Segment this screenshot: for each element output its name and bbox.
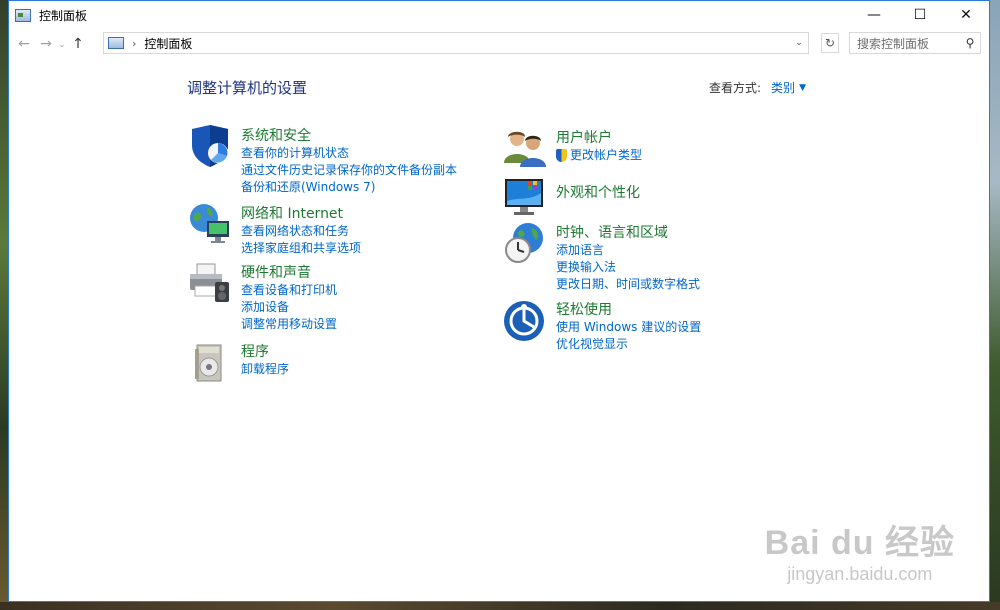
printer-icon[interactable]: [187, 260, 233, 306]
uac-shield-icon: [556, 149, 567, 162]
main-content: 调整计算机的设置 查看方式: 类别 ▼ 系统和安全 查看你的计算机状态 通过文件…: [9, 59, 989, 601]
category-title[interactable]: 用户帐户: [556, 129, 642, 147]
link-network-status[interactable]: 查看网络状态和任务: [241, 223, 361, 240]
desktop-background-bottom: [0, 602, 1000, 610]
category-hardware-sound: 硬件和声音 查看设备和打印机 添加设备 调整常用移动设置: [187, 260, 337, 333]
watermark-logo: Bai du 经验: [764, 524, 955, 562]
ease-of-access-icon[interactable]: [502, 297, 548, 343]
category-appearance: 外观和个性化: [502, 175, 640, 221]
window-controls: — ☐ ✕: [851, 1, 989, 29]
category-ease-of-access: 轻松使用 使用 Windows 建议的设置 优化视觉显示: [502, 297, 701, 353]
link-optimize-visual-display[interactable]: 优化视觉显示: [556, 336, 701, 353]
watermark: Bai du 经验 jingyan.baidu.com: [765, 515, 955, 585]
category-title[interactable]: 时钟、语言和区域: [556, 224, 700, 242]
category-title[interactable]: 网络和 Internet: [241, 205, 361, 223]
control-panel-icon: [108, 37, 124, 49]
category-system-security: 系统和安全 查看你的计算机状态 通过文件历史记录保存你的文件备份副本 备份和还原…: [187, 123, 457, 196]
desktop-background-left: [0, 0, 8, 610]
category-title[interactable]: 外观和个性化: [556, 184, 640, 202]
category-network-internet: 网络和 Internet 查看网络状态和任务 选择家庭组和共享选项: [187, 201, 361, 257]
control-panel-window: 控制面板 — ☐ ✕ ← → ⌄ ↑ › 控制面板 ⌄ ↻ 搜索控制面板 ⚲ 调…: [8, 0, 990, 602]
link-backup-restore[interactable]: 备份和还原(Windows 7): [241, 179, 457, 196]
link-homegroup[interactable]: 选择家庭组和共享选项: [241, 240, 361, 257]
category-clock-language-region: 时钟、语言和区域 添加语言 更换输入法 更改日期、时间或数字格式: [502, 220, 700, 293]
category-programs: 程序 卸载程序: [187, 339, 289, 385]
search-icon[interactable]: ⚲: [960, 36, 980, 50]
forward-button[interactable]: →: [35, 36, 57, 52]
chevron-down-icon[interactable]: ▼: [799, 83, 806, 93]
link-change-date-time-format[interactable]: 更改日期、时间或数字格式: [556, 276, 700, 293]
view-by-label: 查看方式:: [709, 81, 762, 95]
up-button[interactable]: ↑: [67, 36, 89, 52]
window-title: 控制面板: [39, 8, 88, 23]
category-title[interactable]: 系统和安全: [241, 127, 457, 145]
search-input[interactable]: 搜索控制面板: [857, 35, 960, 52]
network-globe-icon[interactable]: [187, 201, 233, 247]
category-user-accounts: 用户帐户 更改帐户类型: [502, 125, 642, 171]
link-mobility-settings[interactable]: 调整常用移动设置: [241, 316, 337, 333]
page-title: 调整计算机的设置: [187, 79, 308, 97]
search-box[interactable]: 搜索控制面板 ⚲: [849, 32, 981, 54]
recent-locations-button[interactable]: ⌄: [57, 40, 67, 49]
link-check-computer-status[interactable]: 查看你的计算机状态: [241, 145, 457, 162]
category-title[interactable]: 轻松使用: [556, 301, 701, 319]
link-file-history[interactable]: 通过文件历史记录保存你的文件备份副本: [241, 162, 457, 179]
back-button[interactable]: ←: [13, 36, 35, 52]
link-devices-printers[interactable]: 查看设备和打印机: [241, 282, 337, 299]
maximize-button[interactable]: ☐: [897, 1, 943, 29]
users-icon[interactable]: [502, 125, 548, 171]
close-button[interactable]: ✕: [943, 1, 989, 29]
link-add-language[interactable]: 添加语言: [556, 242, 700, 259]
link-uninstall-program[interactable]: 卸载程序: [241, 361, 289, 378]
shield-icon[interactable]: [187, 123, 233, 169]
title-bar[interactable]: 控制面板 — ☐ ✕: [9, 1, 989, 29]
navigation-bar: ← → ⌄ ↑ › 控制面板 ⌄ ↻ 搜索控制面板 ⚲: [9, 29, 989, 59]
category-title[interactable]: 硬件和声音: [241, 264, 337, 282]
category-title[interactable]: 程序: [241, 343, 289, 361]
breadcrumb-control-panel[interactable]: 控制面板: [144, 35, 192, 52]
address-bar[interactable]: › 控制面板 ⌄: [103, 32, 809, 54]
refresh-button[interactable]: ↻: [821, 33, 839, 53]
control-panel-icon: [15, 8, 31, 22]
view-by-dropdown[interactable]: 类别: [771, 79, 795, 96]
desktop-background-right: [990, 0, 1000, 610]
link-add-device[interactable]: 添加设备: [241, 299, 337, 316]
link-windows-recommended-settings[interactable]: 使用 Windows 建议的设置: [556, 319, 701, 336]
watermark-url: jingyan.baidu.com: [787, 564, 933, 584]
link-change-input-method[interactable]: 更换输入法: [556, 259, 700, 276]
link-change-account-type[interactable]: 更改帐户类型: [570, 147, 642, 164]
address-dropdown-icon[interactable]: ⌄: [790, 33, 808, 53]
breadcrumb-chevron-icon[interactable]: ›: [132, 37, 136, 50]
monitor-icon[interactable]: [502, 175, 548, 221]
view-by: 查看方式: 类别 ▼: [709, 79, 806, 96]
clock-globe-icon[interactable]: [502, 220, 548, 266]
programs-icon[interactable]: [187, 339, 233, 385]
minimize-button[interactable]: —: [851, 1, 897, 29]
